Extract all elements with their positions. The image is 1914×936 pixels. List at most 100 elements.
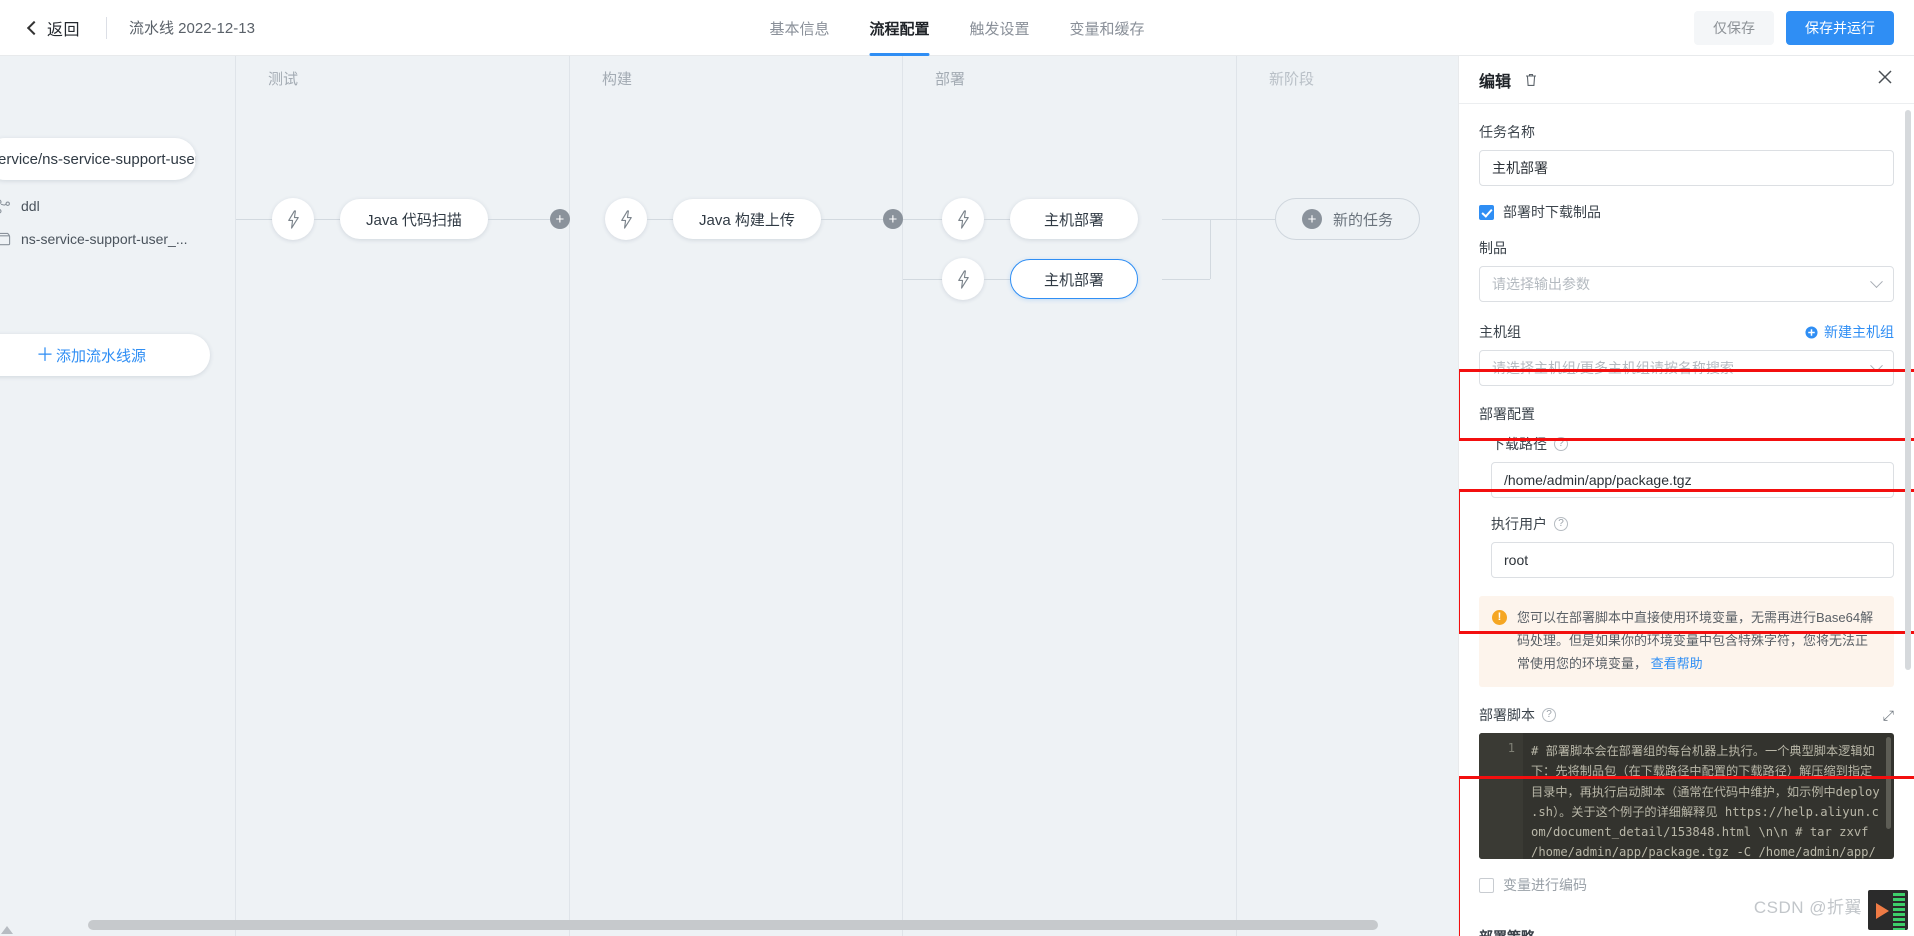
download-path-label: 下载路径 (1491, 436, 1547, 452)
save-only-button[interactable]: 仅保存 (1694, 11, 1774, 45)
alert-help-link[interactable]: 查看帮助 (1651, 656, 1703, 671)
bolt-icon (957, 209, 969, 229)
stage-column-build: 构建 (570, 56, 903, 936)
bolt-icon-wrap (605, 198, 647, 240)
deploy-config-section-label: 部署配置 (1479, 406, 1535, 422)
download-path-input[interactable]: /home/admin/app/package.tgz (1491, 462, 1894, 498)
watermark-play-icon (1876, 903, 1889, 919)
panel-body: 任务名称 主机部署 部署时下载制品 制品 请选择输出参数 主机组 新建主机组 请… (1459, 104, 1914, 936)
back-button[interactable]: 返回 (0, 16, 80, 40)
lane-line (1210, 219, 1211, 279)
code-line-number: 1 (1479, 733, 1523, 860)
source-item-artifact[interactable]: ns-service-support-user_... (0, 231, 188, 247)
help-icon[interactable]: ? (1554, 437, 1568, 451)
task-node-host-deploy-1[interactable]: 主机部署 (1010, 199, 1138, 239)
create-host-group-link[interactable]: 新建主机组 (1805, 322, 1894, 342)
connector-line (984, 278, 1010, 280)
warning-icon: ! (1492, 610, 1507, 625)
create-host-group-label: 新建主机组 (1824, 324, 1894, 340)
stage-column-test: 测试 (236, 56, 570, 936)
host-group-header: 主机组 新建主机组 (1479, 322, 1894, 342)
exec-user-input[interactable]: root (1491, 542, 1894, 578)
close-icon[interactable] (1876, 68, 1894, 91)
watermark-logo (1868, 890, 1908, 930)
task-node-host-deploy-2-selected[interactable]: 主机部署 (1010, 259, 1138, 299)
bolt-icon (620, 209, 632, 229)
tab-flow-config[interactable]: 流程配置 (867, 0, 931, 56)
connector-line (984, 218, 1010, 220)
tab-trigger-settings[interactable]: 触发设置 (968, 0, 1032, 56)
deploy-config-fields: 下载路径 ? /home/admin/app/package.tgz 执行用户 … (1479, 434, 1894, 578)
edit-task-panel: 编辑 任务名称 主机部署 部署时下载制品 制品 请选择输出参数 主机组 新建主机… (1458, 56, 1914, 936)
resize-arrow-icon (1, 926, 13, 934)
deploy-script-editor[interactable]: 1 # 部署脚本会在部署组的每台机器上执行。一个典型脚本逻辑如下：先将制品包（在… (1479, 733, 1894, 860)
new-task-button[interactable]: + 新的任务 (1275, 198, 1421, 240)
chevron-left-icon (26, 22, 38, 34)
connector-line (487, 218, 550, 220)
bolt-icon-wrap (942, 198, 984, 240)
help-icon[interactable]: ? (1542, 708, 1556, 723)
code-scrollbar[interactable] (1886, 737, 1891, 830)
pipeline-canvas[interactable]: ervice/ns-service-support-user ddl ns-se… (0, 56, 1458, 936)
expand-icon[interactable]: ⤢ (1883, 707, 1894, 724)
connector-line (314, 218, 340, 220)
bolt-icon-wrap (272, 198, 314, 240)
artifact-select[interactable]: 请选择输出参数 (1479, 266, 1894, 302)
stage-title: 构建 (602, 71, 633, 88)
task-node-group: Java 代码扫描 + (272, 198, 570, 240)
panel-header: 编辑 (1459, 56, 1914, 104)
bolt-icon (957, 269, 969, 289)
task-name-label: 任务名称 (1479, 124, 1535, 140)
stage-column-new: 新阶段 (1237, 56, 1458, 936)
stage-title: 新阶段 (1269, 71, 1315, 88)
connector-line (820, 218, 883, 220)
watermark-bars-icon (1893, 893, 1905, 930)
task-node-java-code-scan[interactable]: Java 代码扫描 (340, 199, 488, 239)
artifact-label: 制品 (1479, 240, 1507, 256)
plus-circle-icon (1805, 325, 1818, 339)
trash-icon[interactable] (1523, 72, 1539, 88)
add-task-button[interactable]: + (882, 209, 903, 229)
horizontal-scrollbar[interactable] (88, 920, 1378, 930)
pipeline-source-card[interactable]: ervice/ns-service-support-user (0, 138, 196, 180)
deploy-strategy-label: 部署策略 (1479, 927, 1535, 936)
plus-icon: ＋ (35, 345, 54, 365)
deploy-script-code[interactable]: # 部署脚本会在部署组的每台机器上执行。一个典型脚本逻辑如下：先将制品包（在下载… (1523, 733, 1894, 859)
panel-scrollbar[interactable] (1905, 110, 1911, 670)
lane-line (1237, 219, 1275, 220)
tab-variables-cache[interactable]: 变量和缓存 (1068, 0, 1147, 56)
stage-column-deploy: 部署 (903, 56, 1237, 936)
add-task-button[interactable]: + (549, 209, 570, 229)
page-title: 流水线 2022-12-13 (129, 20, 255, 37)
download-artifact-row[interactable]: 部署时下载制品 (1479, 202, 1894, 222)
top-actions: 仅保存 保存并运行 (1694, 0, 1894, 56)
bolt-icon-wrap (942, 258, 984, 300)
pipeline-source-repo: ervice/ns-service-support-user (0, 150, 196, 168)
task-name-input[interactable]: 主机部署 (1479, 150, 1894, 186)
deploy-script-label: 部署脚本 (1479, 707, 1535, 724)
branch-icon (0, 199, 10, 213)
task-node-java-build-upload[interactable]: Java 构建上传 (673, 199, 821, 239)
source-item-branch[interactable]: ddl (0, 198, 40, 214)
download-artifact-label: 部署时下载制品 (1503, 204, 1601, 220)
task-node-group: 主机部署 (942, 258, 1138, 300)
save-and-run-button[interactable]: 保存并运行 (1786, 11, 1894, 45)
host-group-placeholder: 请选择主机组/更多主机组请按名称搜索 (1492, 360, 1734, 376)
help-icon[interactable]: ? (1554, 517, 1568, 531)
download-path-label-row: 下载路径 ? (1491, 434, 1894, 454)
source-item-label: ns-service-support-user_... (21, 231, 188, 247)
source-item-label: ddl (21, 198, 40, 214)
top-bar: 返回 流水线 2022-12-13 基本信息 流程配置 触发设置 变量和缓存 仅… (0, 0, 1914, 56)
chevron-down-icon (1870, 274, 1883, 288)
host-group-select[interactable]: 请选择主机组/更多主机组请按名称搜索 (1479, 350, 1894, 386)
stage-title: 部署 (935, 71, 966, 88)
deploy-script-header: 部署脚本 ? ⤢ (1479, 705, 1894, 725)
env-variable-alert: ! 您可以在部署脚本中直接使用环境变量，无需再进行Base64解码处理。但是如果… (1479, 596, 1894, 688)
tab-basic-info[interactable]: 基本信息 (767, 0, 831, 56)
encode-variable-checkbox[interactable] (1479, 877, 1494, 893)
plus-icon: + (1302, 209, 1322, 229)
add-pipeline-source-button[interactable]: ＋ 添加流水线源 (0, 334, 210, 376)
watermark-text: CSDN @折翼 (1753, 898, 1862, 917)
main-tabs: 基本信息 流程配置 触发设置 变量和缓存 (767, 0, 1146, 56)
download-artifact-checkbox[interactable] (1479, 204, 1494, 220)
